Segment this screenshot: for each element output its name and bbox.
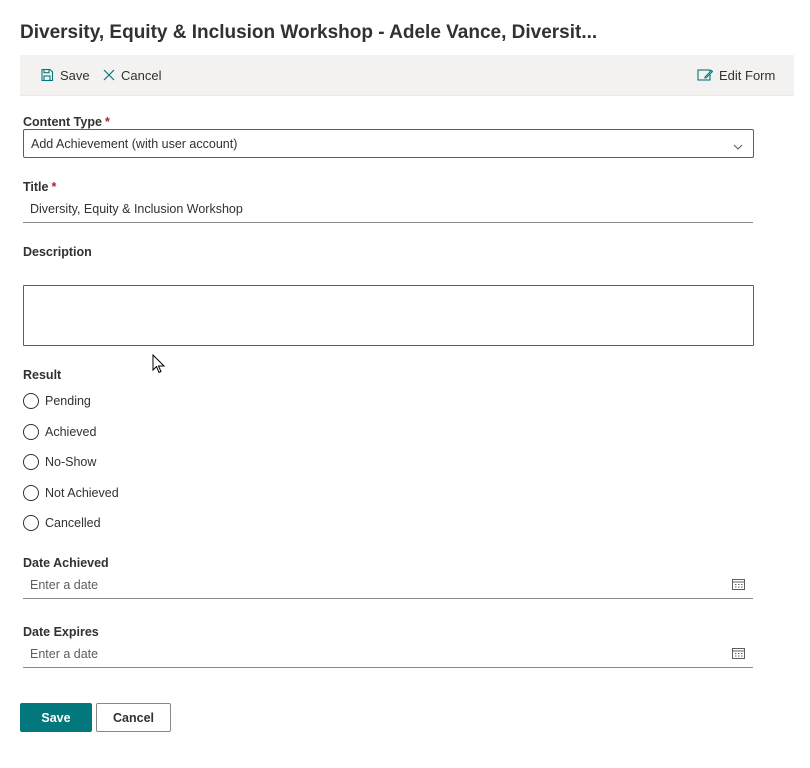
radio-label: Achieved (45, 425, 97, 439)
command-save-label: Save (60, 67, 90, 83)
result-label: Result (23, 368, 62, 382)
date-expires-label: Date Expires (23, 625, 99, 639)
cancel-button[interactable]: Cancel (96, 703, 171, 732)
date-expires-placeholder: Enter a date (30, 647, 99, 661)
radio-label: Not Achieved (45, 486, 119, 500)
radio-label: Cancelled (45, 516, 101, 530)
title-input[interactable]: Diversity, Equity & Inclusion Workshop (23, 194, 753, 223)
date-expires-input[interactable]: Enter a date (23, 639, 753, 668)
edit-form-icon (697, 68, 713, 82)
date-achieved-placeholder: Enter a date (30, 578, 99, 592)
description-label: Description (23, 245, 92, 259)
save-button[interactable]: Save (20, 703, 92, 732)
command-cancel-label: Cancel (121, 67, 162, 83)
required-mark: * (51, 180, 57, 194)
edit-form-label: Edit Form (719, 67, 776, 83)
date-achieved-label: Date Achieved (23, 556, 109, 570)
chevron-down-icon (733, 139, 743, 153)
title-label: Title * (23, 180, 57, 194)
radio-circle[interactable] (23, 515, 39, 531)
save-icon (40, 68, 54, 82)
edit-form-button[interactable]: Edit Form (697, 55, 775, 95)
calendar-icon[interactable] (732, 647, 745, 662)
command-cancel-button[interactable]: Cancel (103, 55, 161, 95)
radio-circle[interactable] (23, 454, 39, 470)
result-radio-cancelled[interactable]: Cancelled (23, 513, 101, 533)
radio-circle[interactable] (23, 424, 39, 440)
radio-circle[interactable] (23, 485, 39, 501)
result-radio-no-show[interactable]: No-Show (23, 452, 96, 472)
command-save-button[interactable]: Save (40, 55, 90, 95)
radio-label: No-Show (45, 455, 97, 469)
radio-label: Pending (45, 394, 91, 408)
mouse-cursor-icon (152, 353, 166, 379)
required-mark: * (104, 115, 110, 129)
close-icon (103, 69, 115, 81)
page-title: Diversity, Equity & Inclusion Workshop -… (20, 22, 598, 43)
date-achieved-input[interactable]: Enter a date (23, 570, 753, 599)
title-value: Diversity, Equity & Inclusion Workshop (30, 202, 243, 216)
result-radio-achieved[interactable]: Achieved (23, 422, 96, 442)
result-radio-pending[interactable]: Pending (23, 391, 91, 411)
command-bar: Save Cancel Edit Form (20, 55, 794, 96)
description-textarea[interactable] (23, 285, 754, 346)
result-radio-not-achieved[interactable]: Not Achieved (23, 483, 119, 503)
content-type-value: Add Achievement (with user account) (31, 137, 238, 151)
radio-circle[interactable] (23, 393, 39, 409)
calendar-icon[interactable] (732, 578, 745, 593)
content-type-label: Content Type * (23, 115, 110, 129)
content-type-dropdown[interactable]: Add Achievement (with user account) (23, 129, 754, 158)
